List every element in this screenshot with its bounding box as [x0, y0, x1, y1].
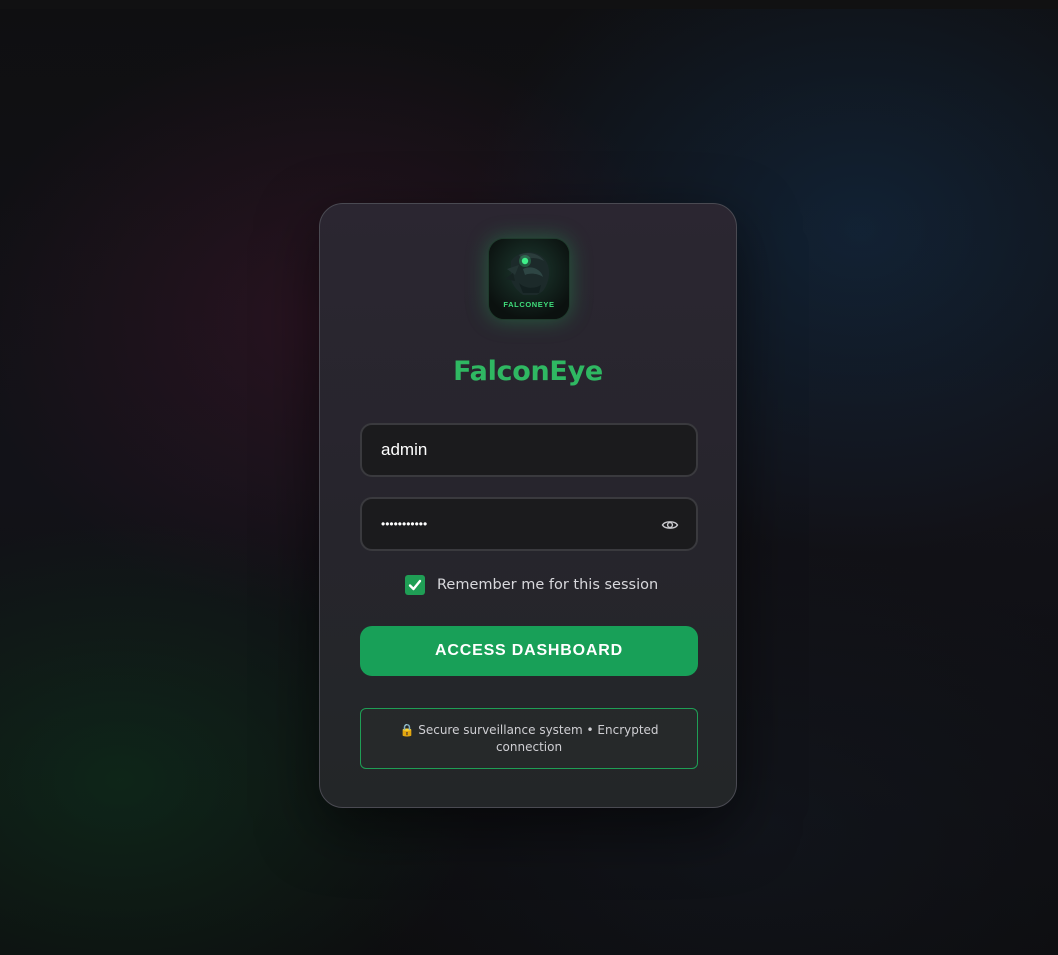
security-notice: 🔒 Secure surveillance system • Encrypted… — [360, 708, 698, 769]
password-input[interactable] — [381, 499, 661, 549]
falconeye-logo: FALCONEYE — [488, 238, 570, 320]
access-dashboard-button[interactable]: ACCESS DASHBOARD — [360, 626, 698, 676]
checkmark-icon — [408, 579, 422, 591]
login-card: FALCONEYE FalconEye Remember me for this… — [319, 203, 737, 808]
top-bar — [0, 0, 1058, 9]
app-title: FalconEye — [453, 356, 603, 387]
remember-me-label: Remember me for this session — [437, 577, 659, 593]
username-input[interactable] — [381, 425, 661, 475]
eye-icon[interactable] — [661, 516, 679, 534]
username-field[interactable] — [360, 423, 698, 477]
logo-wordmark: FALCONEYE — [503, 300, 555, 309]
security-notice-text: Secure surveillance system • Encrypted c… — [418, 722, 659, 754]
password-field[interactable] — [360, 497, 698, 551]
remember-me-row[interactable]: Remember me for this session — [405, 574, 658, 596]
lock-icon: 🔒 — [399, 722, 415, 737]
remember-me-checkbox[interactable] — [405, 575, 425, 595]
